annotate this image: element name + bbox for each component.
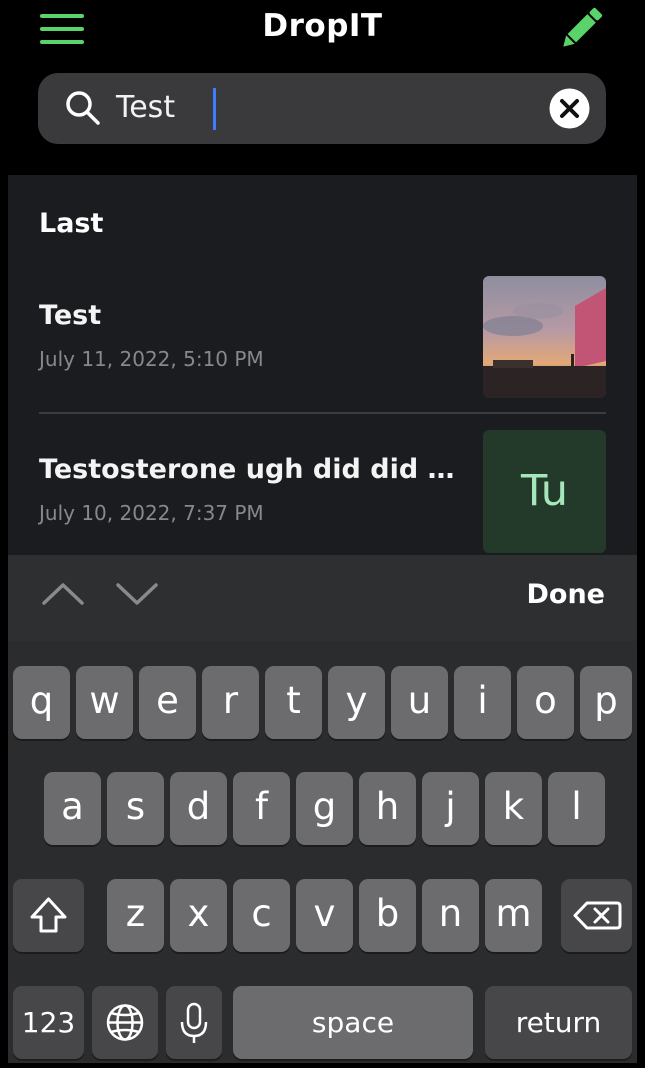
search-icon <box>66 91 100 125</box>
item-title: Testosterone ugh did did … <box>39 454 455 485</box>
item-initials-badge: Tu <box>483 430 606 553</box>
key-q[interactable]: q <box>13 666 70 739</box>
chevron-up-icon[interactable] <box>40 577 86 611</box>
microphone-icon <box>180 1002 208 1043</box>
key-v[interactable]: v <box>296 879 353 952</box>
chevron-down-icon[interactable] <box>114 577 160 611</box>
globe-key[interactable] <box>92 986 158 1059</box>
key-x[interactable]: x <box>170 879 227 952</box>
backspace-key[interactable] <box>561 879 632 952</box>
item-date: July 10, 2022, 7:37 PM <box>39 501 264 525</box>
app-header: DropIT Test <box>0 0 645 175</box>
microphone-key[interactable] <box>166 986 222 1059</box>
badge-initials: Tu <box>521 466 568 516</box>
backspace-icon <box>573 901 622 930</box>
done-button[interactable]: Done <box>527 579 606 610</box>
key-o[interactable]: o <box>517 666 574 739</box>
app-title: DropIT <box>262 8 383 44</box>
key-i[interactable]: i <box>454 666 511 739</box>
key-a[interactable]: a <box>44 772 101 845</box>
key-u[interactable]: u <box>391 666 448 739</box>
keyboard-toolbar: Done <box>8 555 637 641</box>
key-c[interactable]: c <box>233 879 290 952</box>
divider <box>39 412 606 414</box>
key-f[interactable]: f <box>233 772 290 845</box>
text-cursor <box>213 88 216 130</box>
key-z[interactable]: z <box>107 879 164 952</box>
clear-icon[interactable] <box>549 88 590 129</box>
return-key[interactable]: return <box>485 986 632 1059</box>
key-e[interactable]: e <box>139 666 196 739</box>
item-date: July 11, 2022, 5:10 PM <box>39 347 264 371</box>
shift-key[interactable] <box>13 879 84 952</box>
key-y[interactable]: y <box>328 666 385 739</box>
key-h[interactable]: h <box>359 772 416 845</box>
key-r[interactable]: r <box>202 666 259 739</box>
section-title: Last <box>39 208 104 239</box>
item-thumbnail <box>483 276 606 398</box>
search-bar[interactable]: Test <box>38 73 606 144</box>
key-m[interactable]: m <box>485 879 542 952</box>
key-s[interactable]: s <box>107 772 164 845</box>
key-w[interactable]: w <box>76 666 133 739</box>
space-key[interactable]: space <box>233 986 473 1059</box>
key-t[interactable]: t <box>265 666 322 739</box>
key-k[interactable]: k <box>485 772 542 845</box>
key-b[interactable]: b <box>359 879 416 952</box>
key-j[interactable]: j <box>422 772 479 845</box>
shift-icon <box>30 897 67 933</box>
key-n[interactable]: n <box>422 879 479 952</box>
pencil-icon[interactable] <box>556 6 606 52</box>
key-l[interactable]: l <box>548 772 605 845</box>
onscreen-keyboard: q w e r t y u i o p a s d f g h j k l z … <box>8 641 637 1063</box>
key-p[interactable]: p <box>580 666 632 739</box>
item-title: Test <box>39 300 102 331</box>
search-input[interactable]: Test <box>116 90 175 125</box>
numbers-key[interactable]: 123 <box>13 986 84 1059</box>
search-results: Last Test July 11, 2022, 5:10 PM Testost… <box>8 175 637 555</box>
globe-icon <box>106 1004 144 1041</box>
key-d[interactable]: d <box>170 772 227 845</box>
key-g[interactable]: g <box>296 772 353 845</box>
